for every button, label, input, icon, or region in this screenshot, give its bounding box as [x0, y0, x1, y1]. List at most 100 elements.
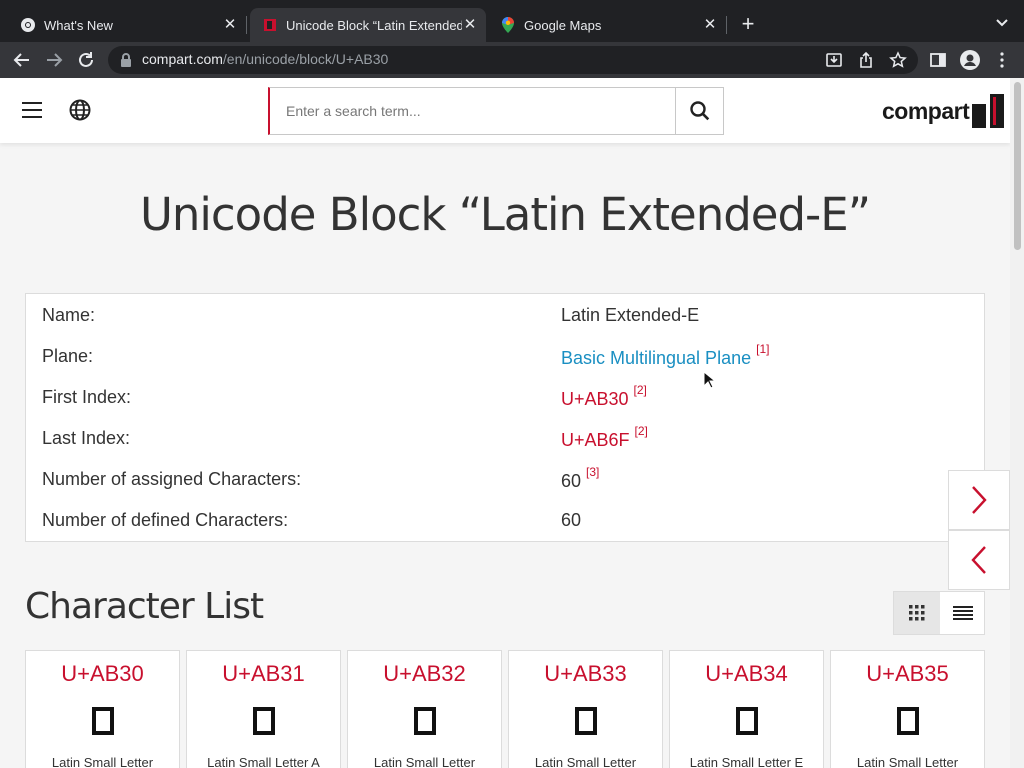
missing-glyph-box	[253, 707, 275, 735]
section-title: Character List	[25, 586, 264, 627]
view-toggle	[893, 591, 985, 635]
url-host: compart.com	[142, 51, 223, 67]
new-tab-button[interactable]: +	[736, 13, 760, 37]
share-icon[interactable]	[856, 50, 876, 70]
last-index-text: U+AB6F	[561, 430, 630, 450]
chrome-icon	[20, 17, 36, 33]
info-value: 60	[561, 510, 582, 530]
footnote-ref[interactable]: [3]	[586, 465, 599, 479]
close-icon[interactable]: ✕	[462, 17, 478, 33]
web-page: compart Unicode Block “Latin Extended-E”…	[0, 78, 1010, 768]
bookmark-star-icon[interactable]	[888, 50, 908, 70]
missing-glyph-box	[736, 707, 758, 735]
info-value-last-index-link[interactable]: U+AB6F [2]	[561, 424, 648, 451]
side-panel-icon[interactable]	[928, 50, 948, 70]
info-label: Name:	[42, 305, 96, 325]
info-value-first-index-link[interactable]: U+AB30 [2]	[561, 383, 647, 410]
grid-icon	[909, 605, 925, 621]
chevron-left-icon	[971, 546, 986, 574]
url-path: /en/unicode/block/U+AB30	[222, 51, 389, 67]
missing-glyph-box	[92, 707, 114, 735]
info-row-assigned: Number of assigned Characters: 60 [3]	[42, 465, 972, 499]
kebab-menu-icon[interactable]	[992, 50, 1012, 70]
search-icon	[689, 101, 709, 121]
tab-google-maps[interactable]: Google Maps ✕	[488, 8, 726, 42]
grid-view-button[interactable]	[894, 592, 940, 634]
character-code: U+AB35	[866, 661, 949, 686]
previous-block-button[interactable]	[948, 530, 1010, 590]
character-card[interactable]: U+AB31 Latin Small Letter A	[186, 650, 341, 768]
missing-glyph-box	[414, 707, 436, 735]
info-label: Number of assigned Characters:	[42, 469, 302, 489]
info-row-plane: Plane: Basic Multilingual Plane [1]	[42, 342, 972, 376]
first-index-text: U+AB30	[561, 389, 629, 409]
assigned-count: 60	[561, 471, 582, 491]
info-row-defined: Number of defined Characters: 60	[42, 510, 972, 540]
info-row-name: Name: Latin Extended-E	[42, 305, 972, 335]
info-row-first-index: First Index: U+AB30 [2]	[42, 383, 972, 417]
info-label: First Index:	[42, 387, 132, 407]
install-icon[interactable]	[824, 50, 844, 70]
footnote-ref[interactable]: [2]	[635, 424, 648, 438]
forward-arrow-icon[interactable]	[44, 50, 64, 70]
tab-title: Google Maps	[524, 17, 602, 33]
tab-search-chevron-icon[interactable]	[994, 14, 1010, 30]
list-view-button[interactable]	[940, 592, 986, 634]
reload-icon[interactable]	[76, 50, 96, 70]
maps-pin-icon	[500, 17, 516, 33]
search-box	[268, 87, 724, 135]
block-info-table: Name: Latin Extended-E Plane: Basic Mult…	[25, 293, 985, 542]
hamburger-menu-icon[interactable]	[22, 102, 42, 118]
tab-unicode-block[interactable]: Unicode Block “Latin Extended-E” ✕	[250, 8, 486, 42]
tab-title: Unicode Block “Latin Extended-E”	[286, 17, 462, 33]
url-text[interactable]: compart.com/en/unicode/block/U+AB30	[142, 51, 388, 67]
page-title: Unicode Block “Latin Extended-E”	[139, 188, 871, 241]
compart-logo[interactable]: compart	[882, 94, 1005, 128]
character-code: U+AB31	[222, 661, 305, 686]
chevron-right-icon	[972, 486, 987, 514]
character-card[interactable]: U+AB33 Latin Small Letter	[508, 650, 663, 768]
info-label: Last Index:	[42, 428, 131, 448]
character-card[interactable]: U+AB32 Latin Small Letter	[347, 650, 502, 768]
character-code: U+AB32	[383, 661, 466, 686]
character-card[interactable]: U+AB34 Latin Small Letter E	[669, 650, 824, 768]
compart-mark-icon	[972, 94, 1005, 128]
info-value: Latin Extended-E	[561, 305, 700, 325]
close-icon[interactable]: ✕	[222, 17, 238, 33]
character-card[interactable]: U+AB30 Latin Small Letter	[25, 650, 180, 768]
character-name: Latin Small Letter	[856, 755, 959, 768]
tab-whats-new[interactable]: What's New ✕	[8, 8, 246, 42]
footnote-ref[interactable]: [1]	[756, 342, 769, 356]
plane-link-text: Basic Multilingual Plane	[561, 348, 752, 368]
info-label: Plane:	[42, 346, 94, 366]
logo-text: compart	[882, 97, 970, 124]
back-arrow-icon[interactable]	[12, 50, 32, 70]
search-input[interactable]	[286, 88, 666, 134]
character-name: Latin Small Letter	[534, 755, 637, 768]
missing-glyph-box	[897, 707, 919, 735]
footnote-ref[interactable]: [2]	[634, 383, 647, 397]
close-icon[interactable]: ✕	[702, 17, 718, 33]
info-value: 60 [3]	[561, 465, 599, 492]
scrollbar-thumb[interactable]	[1014, 82, 1021, 250]
globe-icon[interactable]	[69, 99, 91, 121]
character-name: Latin Small Letter	[373, 755, 476, 768]
info-label: Number of defined Characters:	[42, 510, 289, 530]
character-name: Latin Small Letter A	[207, 755, 320, 768]
next-block-button[interactable]	[948, 470, 1010, 530]
mouse-cursor-icon	[703, 371, 715, 389]
search-button[interactable]	[675, 88, 723, 134]
browser-tab-strip: What's New ✕ Unicode Block “Latin Extend…	[0, 0, 1024, 42]
profile-avatar-icon[interactable]	[960, 50, 980, 70]
character-name: Latin Small Letter	[51, 755, 154, 768]
info-value-plane-link[interactable]: Basic Multilingual Plane [1]	[561, 342, 769, 369]
lock-icon[interactable]	[116, 50, 136, 70]
compart-favicon-icon	[262, 17, 278, 33]
character-code: U+AB34	[705, 661, 788, 686]
character-code: U+AB33	[544, 661, 627, 686]
list-icon	[953, 606, 973, 620]
site-header: compart	[0, 78, 1010, 143]
character-code: U+AB30	[61, 661, 144, 686]
tab-divider	[246, 16, 247, 34]
character-card[interactable]: U+AB35 Latin Small Letter	[830, 650, 985, 768]
